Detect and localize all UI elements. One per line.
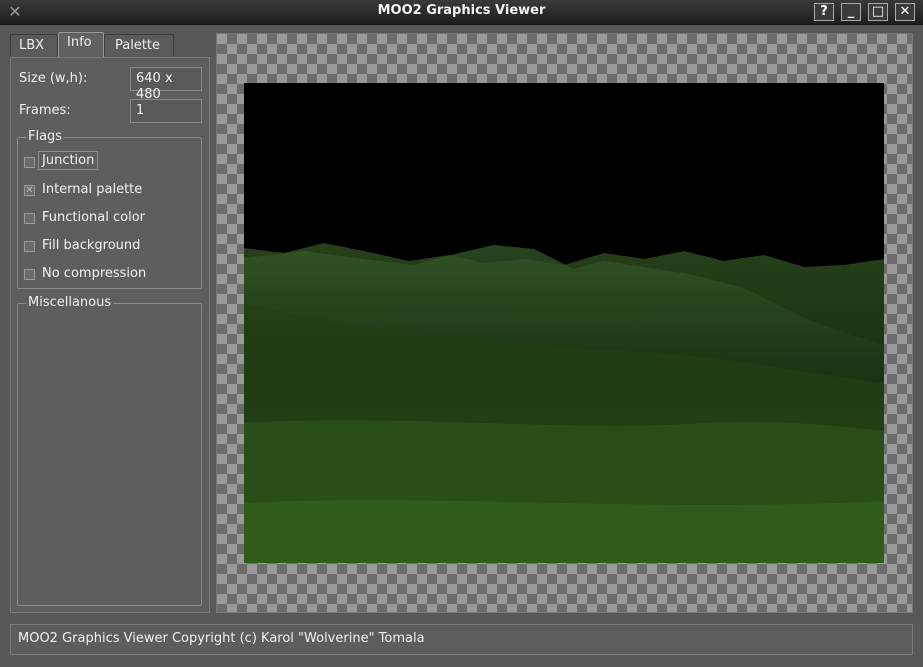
terrain-image: [244, 83, 884, 563]
flags-title: Flags: [26, 129, 65, 144]
miscellanous-group: Miscellanous: [17, 295, 202, 606]
miscellanous-title: Miscellanous: [26, 295, 114, 310]
fill-background-checkbox[interactable]: [24, 241, 35, 252]
no-compression-checkbox[interactable]: [24, 269, 35, 280]
junction-label: Junction: [38, 151, 99, 170]
tab-lbx[interactable]: LBX: [10, 34, 58, 56]
functional-color-checkbox[interactable]: [24, 213, 35, 224]
help-button[interactable]: ?: [814, 3, 834, 21]
close-button[interactable]: ✕: [895, 3, 915, 21]
info-panel: Size (w,h): 640 x 480 Frames: 1 Flags Ju…: [10, 57, 210, 613]
minimize-button[interactable]: _: [841, 3, 861, 21]
no-compression-label: No compression: [42, 266, 147, 281]
frames-label: Frames:: [19, 103, 71, 118]
tab-info[interactable]: Info: [58, 32, 104, 58]
window-title: MOO2 Graphics Viewer: [377, 3, 546, 18]
maximize-button[interactable]: □: [868, 3, 888, 21]
junction-checkbox[interactable]: [24, 157, 35, 168]
frames-field[interactable]: 1: [130, 99, 202, 123]
size-field[interactable]: 640 x 480: [130, 67, 202, 102]
size-label: Size (w,h):: [19, 71, 88, 86]
fill-background-label: Fill background: [42, 238, 141, 253]
status-bar: MOO2 Graphics Viewer Copyright (c) Karol…: [10, 624, 913, 655]
image-viewer[interactable]: [216, 33, 913, 613]
title-bar: ✕ MOO2 Graphics Viewer ? _ □ ✕: [0, 0, 923, 25]
tab-palette[interactable]: Palette: [104, 34, 174, 56]
internal-palette-label: Internal palette: [42, 182, 143, 197]
internal-palette-checkbox[interactable]: ✕: [24, 185, 35, 196]
flags-group: Flags Junction ✕ Internal palette Functi…: [17, 129, 202, 289]
functional-color-label: Functional color: [42, 210, 146, 225]
terrain-graphic: [244, 83, 884, 563]
